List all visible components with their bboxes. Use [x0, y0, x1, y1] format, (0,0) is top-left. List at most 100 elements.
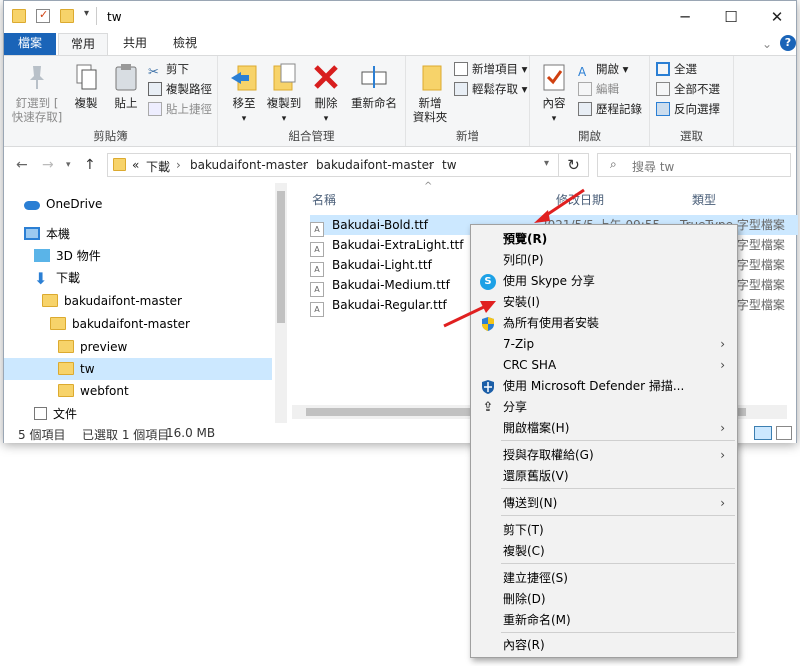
address-dropdown-icon[interactable]: ▾ [544, 158, 549, 169]
file-name: Bakudai-Bold.ttf [332, 218, 428, 232]
tab-file[interactable]: 檔案 [4, 33, 56, 55]
back-icon[interactable]: ← [16, 157, 28, 173]
edit-button[interactable]: 編輯 [578, 79, 619, 99]
properties-button[interactable]: 內容 ▾ [534, 60, 574, 126]
select-none-button[interactable]: 全部不選 [656, 79, 720, 99]
nav-item-downloads[interactable]: ⬇ 下載 [34, 267, 80, 289]
copy-to-icon [269, 62, 299, 92]
rename-button[interactable]: 重新命名 [346, 60, 402, 110]
paste-button[interactable]: 貼上 [106, 60, 146, 110]
menu-separator [501, 440, 735, 441]
menu-label: 傳送到(N) [503, 496, 558, 510]
3d-objects-icon [34, 249, 50, 262]
tab-home[interactable]: 常用 [58, 33, 108, 55]
menu-item-give-access[interactable]: 授與存取權給(G) › [473, 445, 735, 466]
nav-item-bakudaifont-1[interactable]: bakudaifont-master [42, 290, 182, 312]
menu-item-preview[interactable]: 預覽(R) [473, 229, 735, 250]
copy-path-button[interactable]: 複製路徑 [148, 79, 212, 99]
breadcrumb-bakudaifont-1[interactable]: bakudaifont-master [190, 158, 308, 172]
column-header-type[interactable]: 類型 [692, 191, 716, 208]
menu-label: 使用 Microsoft Defender 掃描... [503, 379, 685, 393]
move-to-button[interactable]: 移至 ▾ [224, 60, 264, 126]
menu-item-delete[interactable]: 刪除(D) [473, 589, 735, 610]
nav-item-preview[interactable]: preview [58, 336, 127, 358]
file-row[interactable]: ABakudai-Medium.ttfTrueType 字型檔案 [310, 275, 785, 297]
collapse-ribbon-icon[interactable]: ⌄ [762, 37, 772, 51]
file-row[interactable]: ABakudai-Regular.ttfTrueType 字型檔案 [310, 295, 785, 317]
delete-button[interactable]: 刪除 ▾ [308, 60, 344, 126]
paste-shortcut-button[interactable]: 貼上捷徑 [148, 99, 212, 119]
nav-item-tw[interactable]: tw [4, 358, 272, 380]
details-view-icon[interactable] [754, 426, 772, 440]
copy-label: 複製 [74, 96, 98, 110]
menu-item-cut[interactable]: 剪下(T) [473, 520, 735, 541]
quick-access-dropdown-icon[interactable]: ▾ [84, 8, 89, 19]
menu-item-share[interactable]: ⇪ 分享 [473, 397, 735, 418]
submenu-arrow-icon: › [720, 337, 725, 351]
menu-label: 重新命名(M) [503, 613, 571, 627]
pc-icon [24, 227, 40, 240]
new-folder-button[interactable]: 新增 資料夾 [408, 60, 452, 124]
menu-item-7zip[interactable]: 7-Zip › [473, 334, 735, 355]
nav-item-documents[interactable]: 文件 [34, 403, 77, 425]
nav-item-bakudaifont-2[interactable]: bakudaifont-master [50, 313, 190, 335]
open-icon: A [578, 65, 587, 79]
menu-item-rename[interactable]: 重新命名(M) [473, 610, 735, 631]
recent-locations-icon[interactable]: ▾ [66, 160, 71, 170]
nav-item-onedrive[interactable]: OneDrive [24, 193, 102, 215]
open-button[interactable]: A 開啟 ▾ [578, 59, 628, 79]
group-select: 全選 全部不選 反向選擇 選取 [650, 56, 734, 146]
file-row[interactable]: ABakudai-Light.ttfTrueType 字型檔案 [310, 255, 785, 277]
cut-button[interactable]: ✂ 剪下 [148, 59, 189, 80]
column-header-name[interactable]: 名稱 [312, 191, 336, 208]
forward-icon[interactable]: → [42, 157, 54, 173]
nav-item-webfont[interactable]: webfont [58, 380, 129, 402]
breadcrumb-bakudaifont-2[interactable]: bakudaifont-master [316, 158, 434, 172]
menu-item-defender-scan[interactable]: 使用 Microsoft Defender 掃描... [473, 376, 735, 397]
menu-item-open-with[interactable]: 開啟檔案(H) › [473, 418, 735, 439]
menu-item-skype[interactable]: S 使用 Skype 分享 [473, 271, 735, 292]
pin-quick-access-button[interactable]: 釘選到 [快速存取] [10, 60, 64, 124]
copy-to-button[interactable]: 複製到 ▾ [264, 60, 304, 126]
menu-item-crc-sha[interactable]: CRC SHA › [473, 355, 735, 376]
menu-item-copy[interactable]: 複製(C) [473, 541, 735, 562]
new-folder-quick-icon[interactable] [60, 9, 74, 23]
copy-button[interactable]: 複製 [66, 60, 106, 110]
minimize-button[interactable]: ─ [662, 1, 708, 33]
tab-view[interactable]: 檢視 [160, 33, 210, 55]
select-all-button[interactable]: 全選 [656, 59, 697, 79]
up-icon[interactable]: ↑ [84, 157, 96, 173]
breadcrumb-downloads[interactable]: 下載 [146, 158, 170, 175]
properties-quick-icon[interactable]: ✓ [36, 8, 50, 23]
maximize-button[interactable]: ☐ [708, 1, 754, 33]
menu-item-install[interactable]: 安裝(I) [473, 292, 735, 313]
menu-item-create-shortcut[interactable]: 建立捷徑(S) [473, 568, 735, 589]
close-button[interactable]: ✕ [754, 1, 800, 33]
new-item-button[interactable]: 新增項目 ▾ [454, 59, 527, 79]
breadcrumb-tw[interactable]: tw [442, 158, 457, 172]
search-input[interactable]: ⌕ 搜尋 tw [597, 153, 791, 177]
menu-item-install-all-users[interactable]: 為所有使用者安裝 [473, 313, 735, 334]
nav-item-this-pc[interactable]: 本機 [24, 223, 70, 245]
large-icons-view-icon[interactable] [776, 426, 792, 440]
invert-selection-button[interactable]: 反向選擇 [656, 99, 720, 119]
history-button[interactable]: 歷程記錄 [578, 99, 642, 119]
nav-scrollbar[interactable] [275, 183, 287, 423]
new-folder-label: 新增 [418, 96, 442, 110]
breadcrumb-overflow[interactable]: « [132, 158, 139, 172]
nav-scroll-thumb[interactable] [277, 191, 285, 323]
menu-item-send-to[interactable]: 傳送到(N) › [473, 493, 735, 514]
menu-label: CRC SHA [503, 358, 557, 372]
nav-item-3d-objects[interactable]: 3D 物件 [34, 245, 101, 267]
file-row[interactable]: ABakudai-ExtraLight.ttfTrueType 字型檔案 [310, 235, 785, 257]
refresh-button[interactable]: ↻ [559, 153, 589, 177]
file-name: Bakudai-Medium.ttf [332, 278, 450, 292]
file-name: Bakudai-Regular.ttf [332, 298, 447, 312]
menu-item-restore-versions[interactable]: 還原舊版(V) [473, 466, 735, 487]
easy-access-button[interactable]: 輕鬆存取 ▾ [454, 79, 527, 99]
address-box[interactable]: « 下載 › bakudaifont-master › bakudaifont-… [107, 153, 559, 177]
help-icon[interactable]: ? [780, 35, 796, 51]
tab-share[interactable]: 共用 [110, 33, 160, 55]
menu-item-properties[interactable]: 內容(R) [473, 635, 735, 656]
menu-item-print[interactable]: 列印(P) [473, 250, 735, 271]
